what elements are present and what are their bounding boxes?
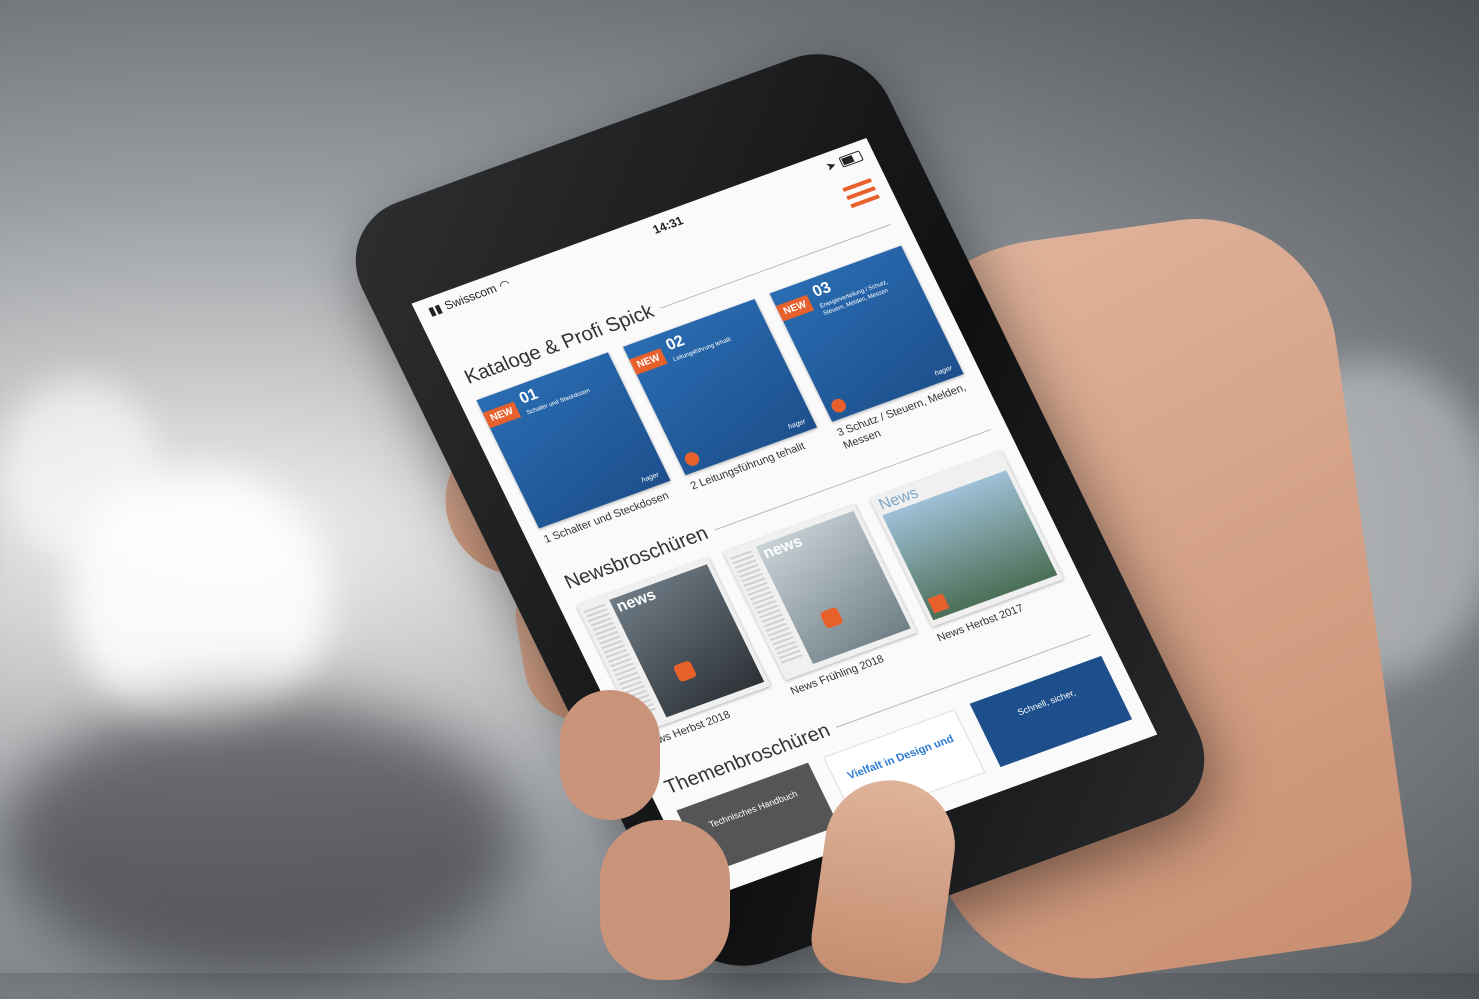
new-badge: NEW bbox=[482, 401, 522, 429]
catalog-cover-text: Energieverteilung / Schutz, Steuern, Mel… bbox=[819, 279, 890, 317]
brand-logo: hager bbox=[787, 418, 807, 431]
location-icon: ➤ bbox=[823, 157, 839, 174]
refresh-icon bbox=[828, 396, 849, 415]
status-time: 14:31 bbox=[650, 213, 686, 237]
hand-finger bbox=[600, 820, 730, 980]
brand-logo: hager bbox=[640, 471, 661, 485]
new-badge: NEW bbox=[629, 348, 668, 375]
brand-logo: hager bbox=[933, 364, 954, 378]
refresh-icon bbox=[682, 450, 702, 468]
wifi-icon: ◠ bbox=[496, 276, 513, 293]
signal-icon: ▮▮ bbox=[425, 301, 445, 319]
background-shadow bbox=[0, 700, 520, 980]
new-badge: NEW bbox=[775, 294, 815, 322]
hand-finger bbox=[560, 690, 660, 820]
menu-icon[interactable] bbox=[842, 178, 881, 209]
battery-icon bbox=[838, 149, 864, 168]
background-bokeh bbox=[0, 380, 160, 560]
